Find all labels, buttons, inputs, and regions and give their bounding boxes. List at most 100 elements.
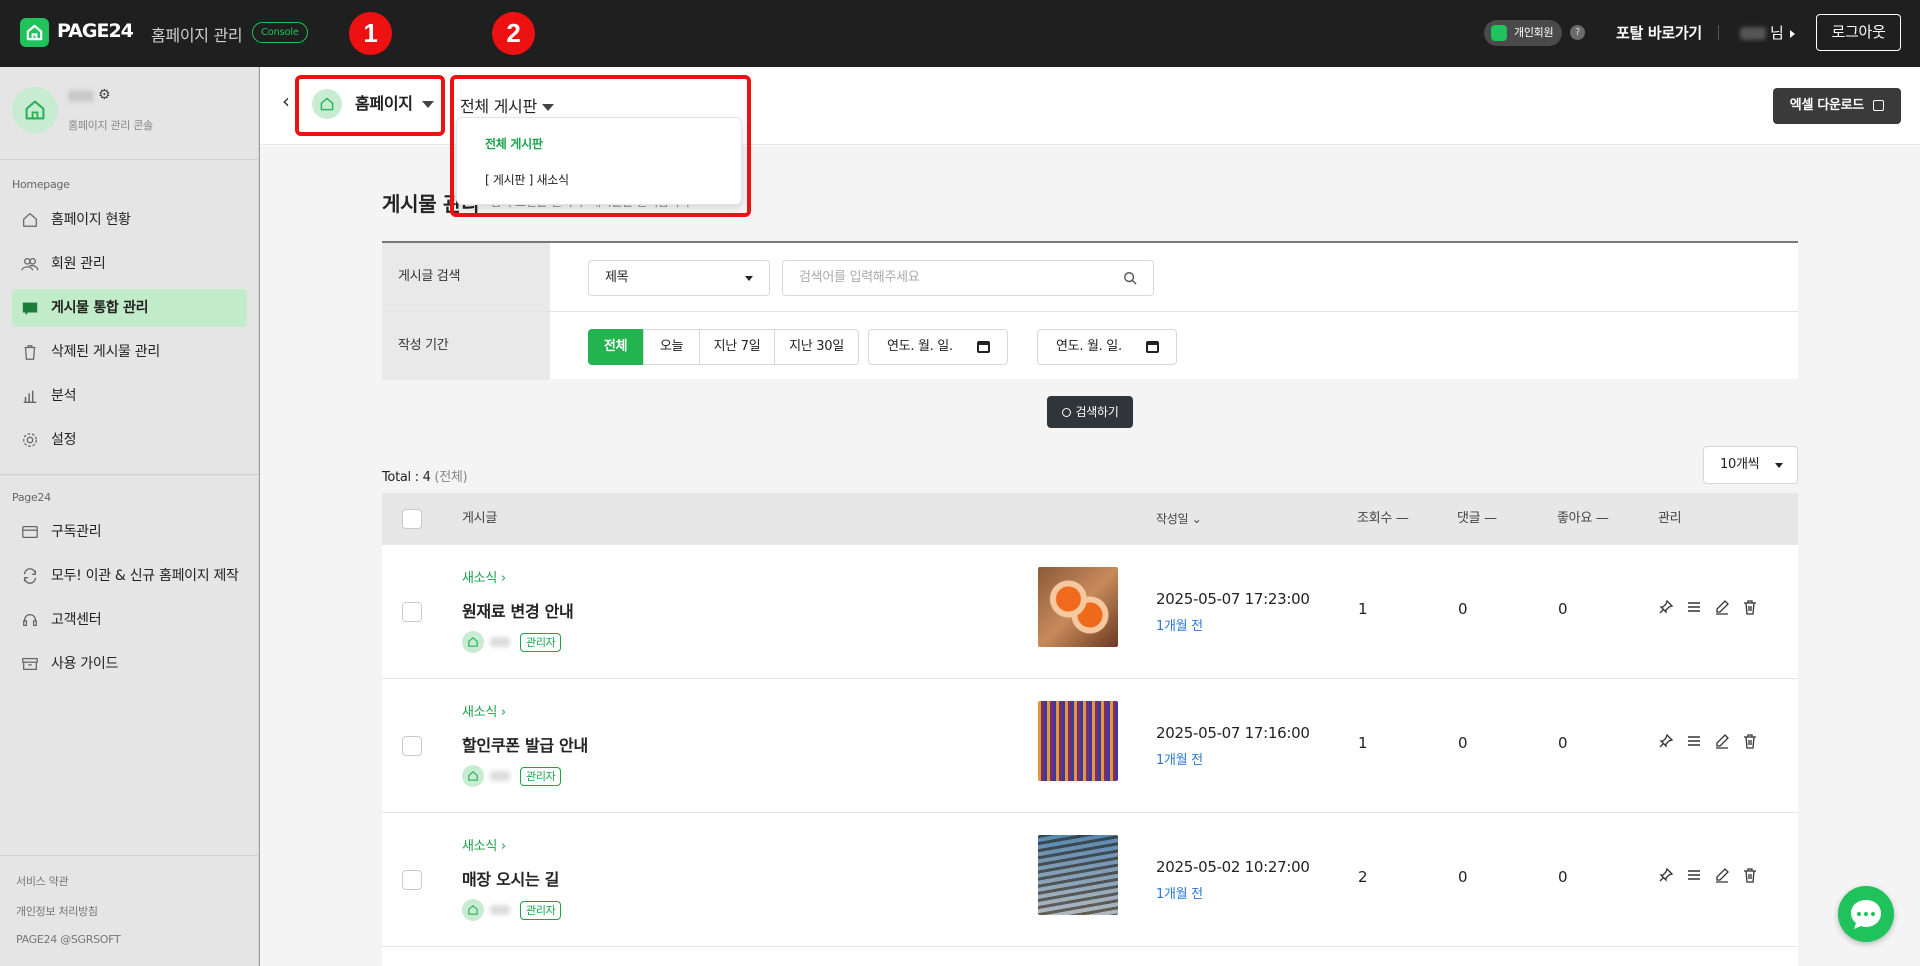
post-title[interactable]: 할인쿠폰 발급 안내: [462, 732, 588, 756]
user-suffix: 님: [1770, 24, 1784, 42]
end-date-input[interactable]: 연도. 월. 일.: [1037, 329, 1177, 365]
column-likes-label: 좋아요: [1557, 511, 1592, 526]
trash-icon[interactable]: [1742, 599, 1758, 615]
user-menu[interactable]: 님: [1740, 22, 1795, 43]
edit-icon[interactable]: [1714, 599, 1730, 615]
annotation-marker-2: 2: [492, 12, 535, 55]
sidebar-item-home-status[interactable]: 홈페이지 현황: [12, 201, 247, 239]
privacy-link[interactable]: 개인정보 처리방침: [16, 903, 98, 919]
post-relative-time: 1개월 전: [1156, 887, 1203, 902]
sidebar-item-support[interactable]: 고객센터: [12, 601, 247, 639]
trash-icon[interactable]: [1742, 733, 1758, 749]
terms-link[interactable]: 서비스 약관: [16, 873, 69, 889]
like-count: 0: [1558, 734, 1568, 752]
author-name-redacted: [490, 771, 510, 781]
post-thumbnail[interactable]: [1038, 567, 1118, 647]
row-checkbox[interactable]: [402, 736, 422, 756]
console-badge: Console: [252, 22, 308, 43]
section-homepage: Homepage: [12, 178, 70, 191]
per-page-select[interactable]: 10개씩: [1703, 446, 1798, 484]
archive-icon: [22, 657, 38, 671]
post-date: 2025-05-07 17:23:00: [1156, 590, 1310, 608]
column-comments-label: 댓글: [1457, 511, 1481, 526]
search-button[interactable]: 검색하기: [1047, 396, 1133, 428]
edit-icon[interactable]: [1714, 867, 1730, 883]
sidebar-item-analytics[interactable]: 분석: [12, 377, 247, 415]
search-icon[interactable]: [1123, 271, 1137, 285]
menu-icon[interactable]: [1686, 733, 1702, 749]
author-name-redacted: [490, 637, 510, 647]
chart-icon: [23, 390, 37, 404]
column-comments[interactable]: 댓글 —: [1457, 493, 1497, 545]
row-checkbox[interactable]: [402, 602, 422, 622]
total-count: Total : 4 (전체): [382, 466, 468, 485]
period-7days-button[interactable]: 지난 7일: [699, 329, 775, 365]
period-30days-button[interactable]: 지난 30일: [774, 329, 859, 365]
portal-link[interactable]: 포탈 바로가기: [1616, 22, 1702, 43]
back-arrow-icon[interactable]: ‹: [282, 89, 290, 113]
card-icon: [22, 525, 38, 539]
edit-icon[interactable]: [1714, 733, 1730, 749]
site-avatar[interactable]: [12, 87, 58, 133]
chat-button[interactable]: [1838, 886, 1894, 942]
sidebar-item-board-management[interactable]: 게시물 통합 관리: [12, 289, 247, 327]
refresh-icon: [23, 568, 37, 584]
pin-icon[interactable]: [1658, 599, 1674, 615]
comment-count: 0: [1458, 600, 1468, 618]
sidebar-item-settings[interactable]: 설정: [12, 421, 247, 459]
top-bar: PAGE24 홈페이지 관리 Console 1 2 개인회원 ? 포탈 바로가…: [0, 0, 1920, 67]
sidebar-item-guide[interactable]: 사용 가이드: [12, 645, 247, 683]
post-category[interactable]: 새소식 ›: [462, 567, 506, 586]
column-date[interactable]: 작성일 ⌄: [1156, 493, 1202, 545]
annotation-box-2: [450, 75, 751, 217]
column-likes[interactable]: 좋아요 —: [1557, 493, 1609, 545]
search-field-select[interactable]: 제목: [588, 260, 770, 296]
post-relative-time: 1개월 전: [1156, 753, 1203, 768]
post-title[interactable]: 매장 오시는 길: [462, 866, 559, 890]
help-icon[interactable]: ?: [1570, 25, 1585, 40]
calendar-icon[interactable]: [977, 341, 990, 353]
period-all-button[interactable]: 전체: [588, 329, 643, 365]
table-row[interactable]: 새소식 › 할인쿠폰 발급 안내 관리자 2025-05-07 17:16:00…: [382, 679, 1798, 813]
column-views[interactable]: 조회수 —: [1357, 493, 1409, 545]
table-row[interactable]: 새소식 › 매장 오시는 길 관리자 2025-05-02 10:27:00 1…: [382, 813, 1798, 947]
trash-icon[interactable]: [1742, 867, 1758, 883]
search-placeholder: 검색어를 입력해주세요: [799, 270, 920, 285]
post-category[interactable]: 새소식 ›: [462, 835, 506, 854]
post-category[interactable]: 새소식 ›: [462, 701, 506, 720]
post-title[interactable]: 원재료 변경 안내: [462, 598, 574, 622]
sidebar-item-label: 구독관리: [51, 524, 102, 540]
sidebar-item-deleted-posts[interactable]: 삭제된 게시물 관리: [12, 333, 247, 371]
total-count-scope: (전체): [434, 470, 468, 485]
start-date-placeholder: 연도. 월. 일.: [887, 339, 953, 354]
search-input[interactable]: 검색어를 입력해주세요: [782, 260, 1154, 296]
brand-name[interactable]: PAGE24: [57, 20, 134, 42]
filter-panel: 게시글 검색 제목 검색어를 입력해주세요 작성 기간 전체 오늘 지난 7일 …: [382, 241, 1798, 380]
period-today-button[interactable]: 오늘: [643, 329, 700, 365]
member-type-label: 개인회원: [1514, 26, 1554, 39]
pin-icon[interactable]: [1658, 733, 1674, 749]
calendar-icon[interactable]: [1146, 341, 1159, 353]
column-post: 게시글: [462, 511, 497, 526]
table-row[interactable]: 새소식 › 원재료 변경 안내 관리자 2025-05-07 17:23:00 …: [382, 545, 1798, 679]
sidebar-item-label: 홈페이지 현황: [51, 212, 131, 228]
pin-icon[interactable]: [1658, 867, 1674, 883]
row-checkbox[interactable]: [402, 870, 422, 890]
period-label: 작성 기간: [382, 312, 550, 380]
sidebar-item-label: 삭제된 게시물 관리: [51, 344, 160, 360]
username-redacted: [1740, 27, 1766, 40]
post-thumbnail[interactable]: [1038, 835, 1118, 915]
sidebar-item-subscription[interactable]: 구독관리: [12, 513, 247, 551]
sidebar-item-members[interactable]: 회원 관리: [12, 245, 247, 283]
start-date-input[interactable]: 연도. 월. 일.: [868, 329, 1008, 365]
logout-button[interactable]: 로그아웃: [1816, 14, 1901, 51]
sidebar-item-migration[interactable]: 모두! 이관 & 신규 홈페이지 제작: [12, 557, 247, 595]
menu-icon[interactable]: [1686, 599, 1702, 615]
select-all-checkbox[interactable]: [402, 509, 422, 529]
member-type-badge: 개인회원: [1484, 20, 1563, 46]
post-thumbnail[interactable]: [1038, 701, 1118, 781]
gear-icon[interactable]: ⚙: [98, 87, 111, 103]
page24-logo-icon[interactable]: [20, 18, 49, 47]
excel-download-button[interactable]: 엑셀 다운로드: [1773, 88, 1901, 124]
menu-icon[interactable]: [1686, 867, 1702, 883]
